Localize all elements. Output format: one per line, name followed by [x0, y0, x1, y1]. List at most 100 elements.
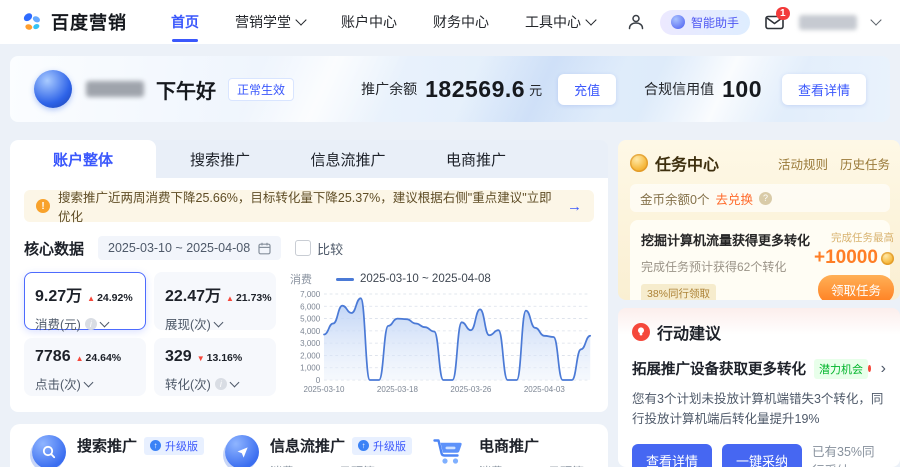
svg-text:4,000: 4,000: [300, 327, 320, 336]
assistant-orb-icon: [671, 15, 685, 29]
chevron-right-icon[interactable]: ›: [881, 361, 886, 377]
kpi-card-conversions[interactable]: 329 ▼ 13.16% 转化(次): [154, 338, 276, 396]
credit-value: 100: [722, 76, 762, 103]
product-name: 信息流推广: [270, 435, 345, 456]
info-circle-icon[interactable]: [215, 378, 227, 390]
chevron-down-icon[interactable]: [83, 377, 93, 387]
kpi-value: 7786: [35, 348, 71, 366]
nav-menu: 首页 营销学堂 账户中心 财务中心 工具中心: [171, 0, 595, 44]
right-column: 任务中心 活动规则 历史任务 金币余额0个 去兑换 挖掘计算机流量获得更多转化 …: [618, 140, 900, 467]
svg-text:7,000: 7,000: [300, 290, 320, 299]
svg-text:2025-03-26: 2025-03-26: [450, 385, 491, 394]
compare-checkbox[interactable]: [295, 240, 311, 256]
chevron-down-icon[interactable]: [213, 317, 223, 327]
nav-right-cluster: 智能助手 1: [627, 10, 880, 35]
chevron-down-icon[interactable]: [229, 377, 239, 387]
help-circle-icon[interactable]: [759, 192, 772, 205]
product-ecommerce-ads[interactable]: 电商推广 消费 0 日预算 0: [430, 435, 595, 467]
svg-text:1,000: 1,000: [300, 364, 320, 373]
date-range-picker[interactable]: 2025-03-10 ~ 2025-04-08: [98, 236, 281, 260]
content: 账户整体 搜索推广 信息流推广 电商推广 搜索推广近两周消费下降25.66%，目…: [10, 140, 900, 467]
upgrade-icon: [358, 440, 369, 451]
suggestion-title: 拓展推广设备获取更多转化: [632, 358, 806, 379]
opportunity-badge: 潜力机会: [814, 359, 868, 379]
upgrade-badge: 升级版: [144, 437, 204, 455]
unread-dot-icon: [868, 365, 871, 372]
tab-search-ads[interactable]: 搜索推广: [156, 140, 284, 178]
kpi-card-clicks[interactable]: 7786 ▲ 24.64% 点击(次): [24, 338, 146, 396]
paper-plane-icon: [225, 435, 259, 467]
one-click-adopt-button[interactable]: 一键采纳: [722, 444, 802, 467]
kpi-label: 点击(次): [35, 374, 81, 393]
kpi-delta: 13.16%: [207, 352, 243, 364]
avatar[interactable]: [34, 70, 72, 108]
upgrade-badge: 升级版: [352, 437, 412, 455]
account-overview-card: 搜索推广近两周消费下降25.66%，目标转化量下降25.37%，建议根据右侧"重…: [10, 178, 608, 412]
tab-feed-ads[interactable]: 信息流推广: [284, 140, 412, 178]
chevron-down-icon[interactable]: [99, 317, 109, 327]
spend-label: 消费: [270, 463, 294, 467]
svg-text:2025-03-10: 2025-03-10: [304, 385, 345, 394]
recharge-button[interactable]: 充值: [558, 74, 616, 105]
baidu-marketing-dashboard: 百度营销 首页 营销学堂 账户中心 财务中心 工具中心: [0, 0, 900, 467]
info-circle-icon[interactable]: [85, 318, 97, 330]
gold-coin-icon: [881, 252, 894, 265]
spend-label: 消费: [479, 463, 503, 467]
kpi-label: 展现(次): [165, 314, 211, 333]
activity-rules-link[interactable]: 活动规则: [778, 154, 828, 173]
compare-label: 比较: [317, 239, 343, 258]
nav-item-finance-center[interactable]: 财务中心: [433, 0, 489, 44]
tab-account-overall[interactable]: 账户整体: [10, 140, 156, 178]
nav-item-tools-center[interactable]: 工具中心: [525, 0, 595, 44]
kpi-card-impressions[interactable]: 22.47万 ▲ 21.73% 展现(次): [154, 272, 276, 330]
nav-item-academy[interactable]: 营销学堂: [235, 0, 305, 44]
credit-detail-button[interactable]: 查看详情: [782, 74, 866, 105]
account-name-redacted[interactable]: [799, 15, 857, 30]
calendar-icon: [258, 242, 271, 255]
coin-balance-text: 金币余额0个: [640, 189, 709, 208]
task-title: 挖掘计算机流量获得更多转化: [641, 230, 810, 249]
alert-arrow-link[interactable]: →: [567, 198, 582, 215]
tab-ecommerce-ads[interactable]: 电商推广: [412, 140, 540, 178]
svg-text:2,000: 2,000: [300, 351, 320, 360]
budget-label: 日预算: [339, 463, 375, 467]
compare-control: 比较: [295, 239, 343, 258]
suggestion-header[interactable]: 拓展推广设备获取更多转化 潜力机会 ›: [632, 358, 886, 379]
svg-text:6,000: 6,000: [300, 302, 320, 311]
chevron-down-icon[interactable]: [870, 14, 881, 25]
kpi-value: 9.27万: [35, 282, 82, 306]
nav-item-home[interactable]: 首页: [171, 0, 199, 44]
product-feed-ads[interactable]: 信息流推广 升级版 消费 0 日预算 80: [225, 435, 430, 467]
lightbulb-icon: [632, 323, 650, 341]
view-detail-button[interactable]: 查看详情: [632, 444, 712, 467]
kpi-value: 22.47万: [165, 282, 221, 306]
svg-text:2025-03-18: 2025-03-18: [377, 385, 418, 394]
redeem-link[interactable]: 去兑换: [715, 189, 753, 208]
assistant-button[interactable]: 智能助手: [660, 10, 750, 35]
brand-logo[interactable]: 百度营销: [20, 9, 127, 35]
baidu-marketing-logo-icon: [20, 10, 44, 34]
nav-item-account-center[interactable]: 账户中心: [341, 0, 397, 44]
kpi-delta: 21.73%: [236, 292, 272, 304]
upgrade-icon: [150, 440, 161, 451]
consumption-chart-svg: 01,0002,0003,0004,0005,0006,0007,0002025…: [290, 289, 594, 395]
balance-label: 推广余额: [361, 79, 417, 99]
budget-label: 日预算: [548, 463, 584, 467]
kpi-label: 转化(次): [165, 374, 211, 393]
kpi-card-cost[interactable]: 9.27万 ▲ 24.92% 消费(元): [24, 272, 146, 330]
svg-text:0: 0: [316, 376, 321, 385]
claim-task-button[interactable]: 领取任务: [818, 275, 894, 300]
legend-series-name: 2025-03-10 ~ 2025-04-08: [360, 273, 491, 285]
optimization-alert[interactable]: 搜索推广近两周消费下降25.66%，目标转化量下降25.37%，建议根据右侧"重…: [24, 190, 594, 222]
brand-name: 百度营销: [51, 9, 127, 35]
person-icon[interactable]: [627, 13, 645, 31]
mail-button[interactable]: 1: [765, 15, 784, 30]
kpi-delta: 24.64%: [86, 352, 122, 364]
product-name: 搜索推广: [77, 435, 137, 456]
product-name: 电商推广: [479, 435, 539, 456]
product-search-ads[interactable]: 搜索推广 升级版 消费 9.27万 日预算 不限: [32, 435, 225, 467]
task-history-link[interactable]: 历史任务: [840, 154, 890, 173]
triangle-up-icon: ▲: [87, 294, 95, 303]
products-strip: 搜索推广 升级版 消费 9.27万 日预算 不限: [10, 424, 608, 467]
overview-tabs: 账户整体 搜索推广 信息流推广 电商推广: [10, 140, 608, 178]
